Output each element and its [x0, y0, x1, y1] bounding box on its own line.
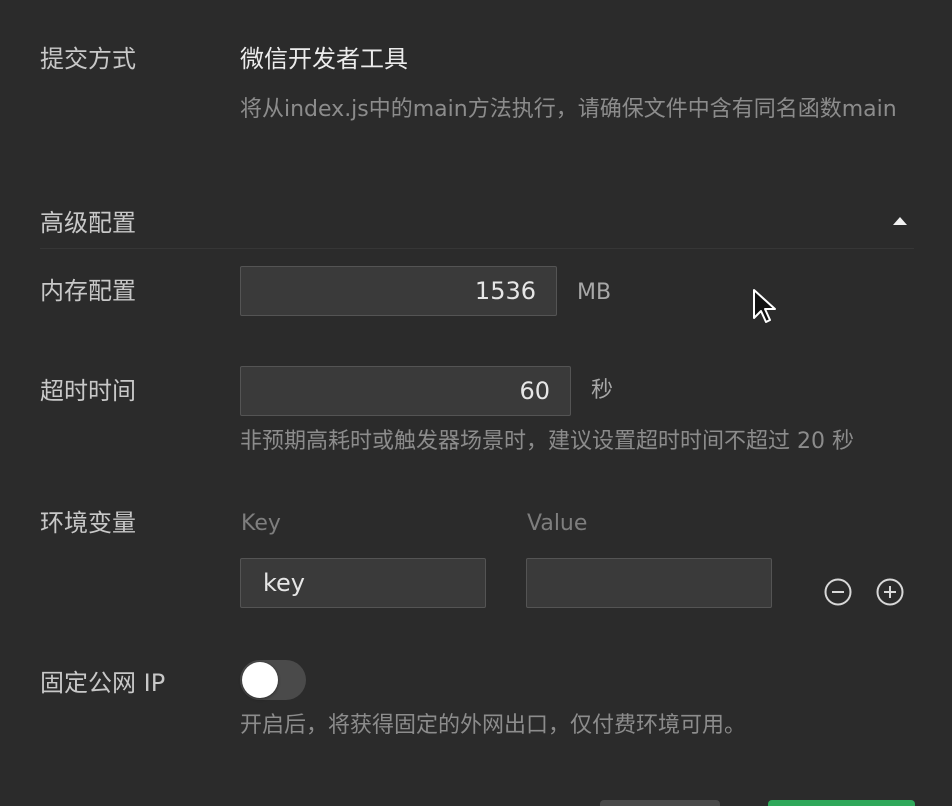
- timeout-input[interactable]: 60: [240, 366, 571, 416]
- fixed-ip-toggle[interactable]: [240, 660, 306, 700]
- section-divider: [40, 248, 914, 249]
- env-value-header: Value: [527, 511, 588, 536]
- env-key-input[interactable]: key: [240, 558, 486, 608]
- mouse-pointer-icon: [753, 289, 776, 323]
- advanced-config-label[interactable]: 高级配置: [40, 207, 136, 239]
- minus-circle-icon[interactable]: [824, 578, 852, 606]
- timeout-unit: 秒: [591, 378, 614, 403]
- cloud-function-config-panel: 提交方式 微信开发者工具 将从index.js中的main方法执行，请确保文件中…: [0, 0, 952, 806]
- caret-up-icon[interactable]: [893, 217, 907, 225]
- env-key-header: Key: [241, 511, 281, 536]
- memory-label: 内存配置: [40, 277, 136, 305]
- toggle-knob: [242, 662, 278, 698]
- plus-circle-icon[interactable]: [876, 578, 904, 606]
- env-vars-label: 环境变量: [40, 509, 136, 537]
- cancel-button[interactable]: [600, 800, 720, 806]
- timeout-label: 超时时间: [40, 377, 136, 405]
- submit-method-label: 提交方式: [40, 45, 136, 73]
- fixed-ip-hint: 开启后，将获得固定的外网出口，仅付费环境可用。: [240, 713, 747, 738]
- confirm-button[interactable]: [768, 800, 915, 806]
- timeout-hint: 非预期高耗时或触发器场景时，建议设置超时时间不超过 20 秒: [240, 429, 854, 454]
- memory-unit: MB: [577, 280, 612, 305]
- submit-method-value: 微信开发者工具: [240, 45, 408, 73]
- submit-method-hint: 将从index.js中的main方法执行，请确保文件中含有同名函数main: [240, 97, 897, 122]
- memory-input[interactable]: 1536: [240, 266, 557, 316]
- env-value-input[interactable]: [526, 558, 772, 608]
- fixed-ip-label: 固定公网 IP: [40, 669, 166, 697]
